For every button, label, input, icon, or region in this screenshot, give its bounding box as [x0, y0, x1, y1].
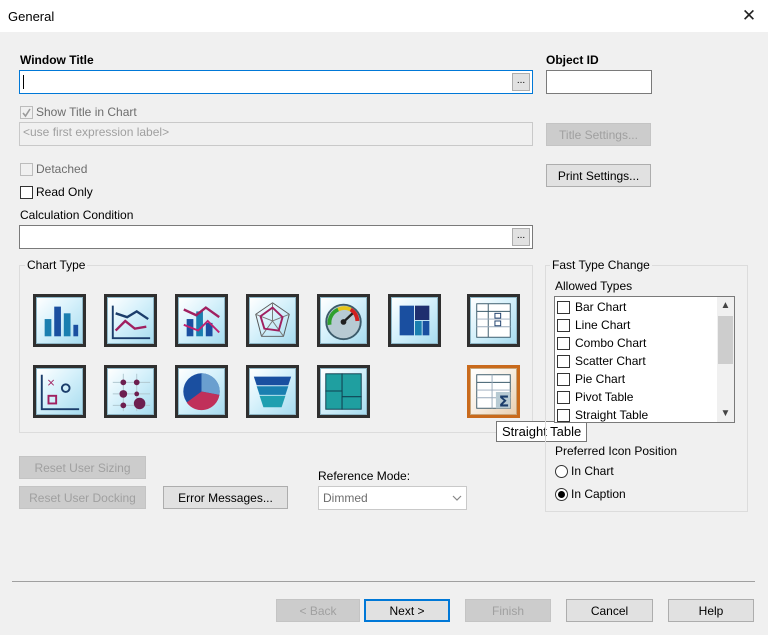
scatter-chart-icon[interactable]: ×: [33, 365, 86, 418]
in-chart-radio[interactable]: [555, 464, 568, 478]
allowed-types-items: Bar Chart Line Chart Combo Chart Scatter…: [555, 298, 717, 424]
gauge-chart-icon[interactable]: [317, 294, 370, 347]
detached-label: Detached: [36, 162, 88, 176]
list-item-checkbox[interactable]: [557, 390, 570, 404]
checkmark-icon: [22, 108, 31, 117]
list-item-checkbox[interactable]: [557, 336, 570, 350]
list-item-checkbox[interactable]: [557, 354, 570, 368]
cancel-button[interactable]: Cancel: [566, 599, 653, 622]
chart-type-label: Chart Type: [25, 258, 88, 272]
preferred-icon-position-label: Preferred Icon Position: [555, 444, 678, 458]
scroll-thumb[interactable]: [718, 316, 733, 364]
in-caption-label: In Caption: [571, 487, 626, 501]
list-item[interactable]: Pivot Table: [555, 388, 717, 406]
list-item-label: Pivot Table: [575, 390, 634, 404]
in-chart-radio-row[interactable]: In Chart: [555, 464, 614, 478]
mekko-chart-icon[interactable]: [317, 365, 370, 418]
close-icon[interactable]: ✕: [736, 2, 762, 30]
help-button[interactable]: Help: [668, 599, 754, 622]
pie-chart-icon[interactable]: [175, 365, 228, 418]
reference-mode-label: Reference Mode:: [318, 469, 411, 483]
grid-chart-icon[interactable]: [104, 365, 157, 418]
next-button[interactable]: Next >: [364, 599, 450, 622]
bar-chart-icon[interactable]: [33, 294, 86, 347]
in-caption-radio-row[interactable]: In Caption: [555, 487, 626, 501]
svg-text:×: ×: [47, 377, 56, 389]
list-item[interactable]: Bar Chart: [555, 298, 717, 316]
line-chart-icon[interactable]: [104, 294, 157, 347]
scroll-up-icon[interactable]: ▲: [717, 297, 734, 314]
list-item-label: Pie Chart: [575, 372, 626, 386]
in-caption-radio[interactable]: [555, 487, 568, 501]
reset-user-sizing-button[interactable]: Reset User Sizing: [19, 456, 146, 479]
list-item[interactable]: Pie Chart: [555, 370, 717, 388]
read-only-label: Read Only: [36, 185, 93, 199]
reset-user-docking-button[interactable]: Reset User Docking: [19, 486, 146, 509]
dialog-title: General: [8, 9, 55, 24]
list-item[interactable]: Line Chart: [555, 316, 717, 334]
window-title-ellipsis-button[interactable]: ...: [512, 73, 530, 91]
radar-chart-icon[interactable]: [246, 294, 299, 347]
object-id-label: Object ID: [546, 53, 599, 67]
allowed-types-label: Allowed Types: [555, 279, 633, 293]
detached-checkbox[interactable]: [20, 162, 33, 176]
read-only-checkbox[interactable]: [20, 185, 33, 199]
detached-checkbox-row[interactable]: Detached: [20, 162, 87, 176]
list-item-checkbox[interactable]: [557, 300, 570, 314]
window-title-label: Window Title: [20, 53, 94, 67]
calc-condition-input[interactable]: ...: [19, 225, 533, 249]
list-item-checkbox[interactable]: [557, 318, 570, 332]
list-item-label: Scatter Chart: [575, 354, 646, 368]
show-title-label: Show Title in Chart: [36, 105, 137, 119]
list-item[interactable]: Scatter Chart: [555, 352, 717, 370]
chevron-down-icon: [452, 495, 462, 501]
back-button[interactable]: < Back: [276, 599, 360, 622]
list-item-checkbox[interactable]: [557, 408, 570, 422]
print-settings-button[interactable]: Print Settings...: [546, 164, 651, 187]
allowed-types-scrollbar[interactable]: ▲ ▼: [717, 297, 734, 422]
block-chart-icon[interactable]: [388, 294, 441, 347]
show-title-checkbox-row[interactable]: Show Title in Chart: [20, 105, 137, 119]
svg-text:Σ: Σ: [499, 392, 509, 410]
list-item-checkbox[interactable]: [557, 372, 570, 386]
footer-separator: [12, 581, 755, 582]
title-text-input: <use first expression label>: [19, 122, 533, 146]
list-item-label: Line Chart: [575, 318, 631, 332]
object-id-input[interactable]: [546, 70, 652, 94]
funnel-chart-icon[interactable]: [246, 365, 299, 418]
allowed-types-list[interactable]: Bar Chart Line Chart Combo Chart Scatter…: [554, 296, 735, 423]
fast-type-change-label: Fast Type Change: [550, 258, 652, 272]
title-settings-button[interactable]: Title Settings...: [546, 123, 651, 146]
list-item[interactable]: Straight Table: [555, 406, 717, 424]
reference-mode-select[interactable]: Dimmed: [318, 486, 467, 510]
calc-condition-label: Calculation Condition: [20, 208, 134, 222]
title-bar: [0, 0, 768, 32]
pivot-table-icon[interactable]: [467, 294, 520, 347]
show-title-checkbox[interactable]: [20, 105, 33, 119]
scroll-down-icon[interactable]: ▼: [717, 405, 734, 422]
list-item-label: Straight Table: [575, 408, 649, 422]
reference-mode-value: Dimmed: [323, 491, 368, 505]
list-item[interactable]: Combo Chart: [555, 334, 717, 352]
text-caret: [23, 75, 24, 89]
list-item-label: Bar Chart: [575, 300, 627, 314]
list-item-label: Combo Chart: [575, 336, 647, 350]
window-title-input[interactable]: ...: [19, 70, 533, 94]
straight-table-icon[interactable]: Σ: [467, 365, 520, 418]
finish-button[interactable]: Finish: [465, 599, 551, 622]
in-chart-label: In Chart: [571, 464, 614, 478]
read-only-checkbox-row[interactable]: Read Only: [20, 185, 93, 199]
error-messages-button[interactable]: Error Messages...: [163, 486, 288, 509]
combo-chart-icon[interactable]: [175, 294, 228, 347]
calc-condition-ellipsis-button[interactable]: ...: [512, 228, 530, 246]
